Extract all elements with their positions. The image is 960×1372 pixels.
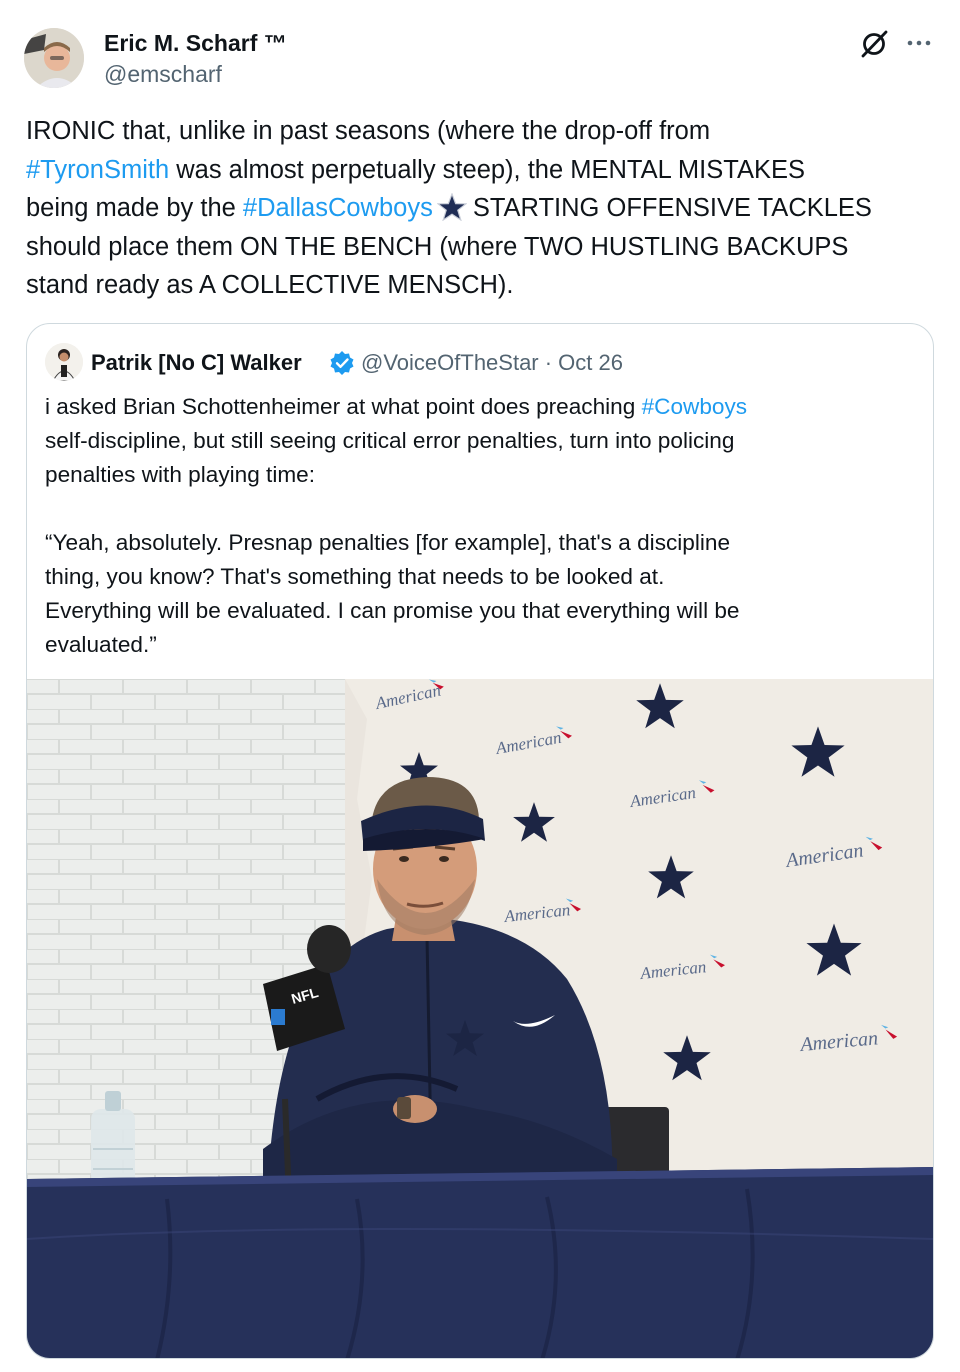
grok-icon[interactable] (858, 26, 892, 60)
hashtag-link[interactable]: #TyronSmith (26, 156, 169, 184)
star-emoji-icon (436, 192, 468, 222)
quote-line: penalties with playing time: (45, 462, 316, 487)
hashtag-link[interactable]: #DallasCowboys (243, 194, 433, 222)
more-options-icon[interactable] (902, 28, 936, 58)
quoted-tweet[interactable]: Patrik [No C] Walker @VoiceOfTheStar · O… (26, 323, 934, 1359)
quote-author-avatar[interactable] (45, 343, 83, 381)
quote-line: i asked Brian Schottenheimer at what poi… (45, 394, 748, 419)
tweet-text: IRONIC that, unlike in past seasons (whe… (26, 112, 936, 305)
hashtag-link[interactable]: #Cowboys (642, 394, 748, 419)
quote-media-photo[interactable]: American American American American Amer… (27, 679, 933, 1358)
quote-line: “Yeah, absolutely. Presnap penalties [fo… (45, 530, 731, 555)
tweet: Eric M. Scharf ™ @emscharf IRONIC that, … (0, 0, 960, 1372)
quote-author-handle-date[interactable]: @VoiceOfTheStar · Oct 26 (361, 350, 623, 376)
quote-line: self-discipline, but still seeing critic… (45, 428, 735, 453)
quote-text: i asked Brian Schottenheimer at what poi… (45, 390, 915, 662)
verified-badge-icon (329, 350, 355, 376)
quote-line: Everything will be evaluated. I can prom… (45, 598, 740, 623)
tweet-line: #TyronSmith was almost perpetually steep… (26, 155, 805, 184)
author-avatar[interactable] (24, 28, 84, 88)
tweet-line: being made by the #DallasCowboys STARTING… (26, 192, 872, 222)
quote-line: thing, you know? That's something that n… (45, 564, 665, 589)
author-handle[interactable]: @emscharf (104, 61, 222, 88)
tweet-line: IRONIC that, unlike in past seasons (whe… (26, 117, 711, 145)
tweet-line: stand ready as A COLLECTIVE MENSCH). (26, 271, 514, 299)
quote-line-gap (45, 492, 915, 526)
tweet-line: should place them ON THE BENCH (where TW… (26, 232, 849, 261)
quote-author-name[interactable]: Patrik [No C] Walker (91, 350, 302, 376)
quote-line: evaluated.” (45, 632, 157, 657)
author-name[interactable]: Eric M. Scharf ™ (104, 30, 287, 57)
